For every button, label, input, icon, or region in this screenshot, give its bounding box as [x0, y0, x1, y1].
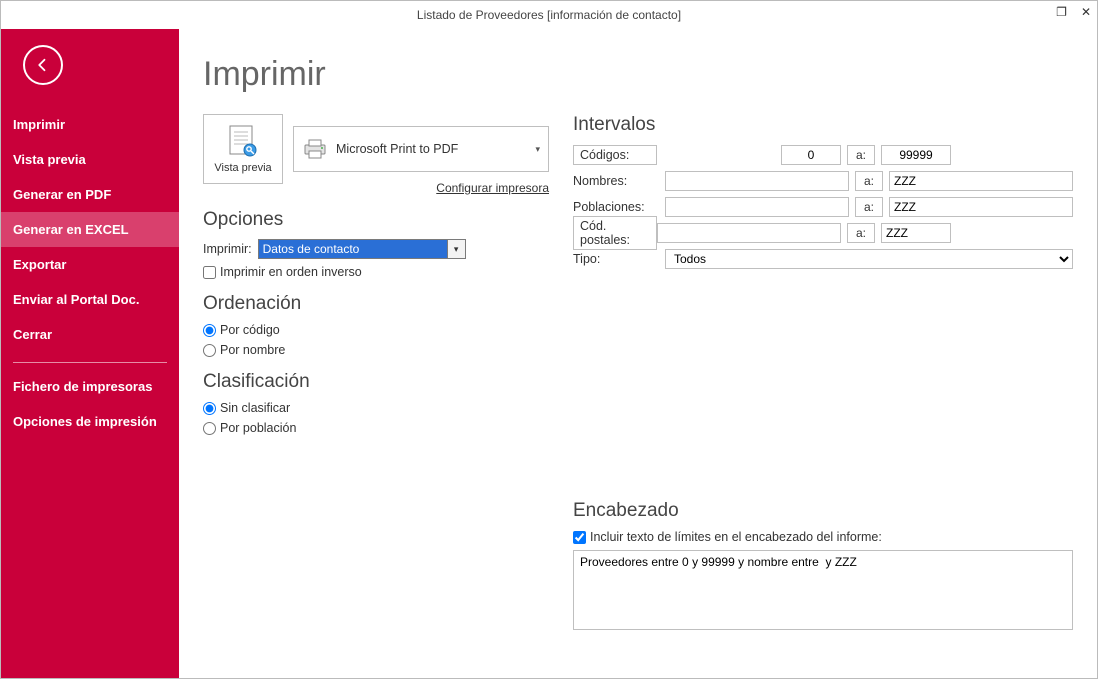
preview-button[interactable]: Vista previa	[203, 114, 283, 184]
main-panel: Imprimir Vista previa	[179, 29, 1097, 678]
label-sin-clasificar: Sin clasificar	[220, 401, 290, 415]
sidebar: Imprimir Vista previa Generar en PDF Gen…	[1, 29, 179, 678]
sidebar-item-excel[interactable]: Generar en EXCEL	[1, 212, 179, 247]
nombres-from-input[interactable]	[665, 171, 849, 191]
sidebar-item-impresoras[interactable]: Fichero de impresoras	[1, 369, 179, 404]
nombres-to-input[interactable]	[889, 171, 1073, 191]
back-button[interactable]	[23, 45, 63, 85]
poblaciones-a-label: a:	[855, 197, 883, 217]
section-intervalos: Intervalos	[573, 114, 1073, 136]
maximize-icon[interactable]: ❐	[1056, 5, 1067, 19]
document-preview-icon	[226, 124, 260, 160]
section-clasificacion: Clasificación	[203, 371, 549, 393]
sidebar-separator	[13, 362, 167, 363]
section-ordenacion: Ordenación	[203, 293, 549, 315]
printer-selector[interactable]: Microsoft Print to PDF ▾	[293, 126, 549, 172]
sidebar-item-opciones-impresion[interactable]: Opciones de impresión	[1, 404, 179, 439]
nombres-label: Nombres:	[573, 174, 665, 188]
printer-icon	[302, 138, 328, 160]
chevron-down-icon: ▾	[535, 144, 540, 155]
sidebar-item-exportar[interactable]: Exportar	[1, 247, 179, 282]
printer-name: Microsoft Print to PDF	[336, 142, 458, 156]
tipo-select[interactable]: Todos	[665, 249, 1073, 269]
codpostales-from-input[interactable]	[657, 223, 841, 243]
codigos-to-input[interactable]	[881, 145, 951, 165]
imprimir-select[interactable]: Datos de contacto	[258, 239, 448, 259]
radio-por-codigo[interactable]	[203, 324, 216, 337]
sidebar-item-portal[interactable]: Enviar al Portal Doc.	[1, 282, 179, 317]
poblaciones-from-input[interactable]	[665, 197, 849, 217]
sidebar-item-pdf[interactable]: Generar en PDF	[1, 177, 179, 212]
arrow-left-icon	[34, 56, 52, 74]
radio-por-nombre[interactable]	[203, 344, 216, 357]
radio-sin-clasificar[interactable]	[203, 402, 216, 415]
poblaciones-label: Poblaciones:	[573, 200, 665, 214]
section-encabezado: Encabezado	[573, 500, 1073, 522]
codigos-a-label: a:	[847, 145, 875, 165]
nombres-a-label: a:	[855, 171, 883, 191]
tipo-label: Tipo:	[573, 252, 665, 266]
imprimir-label: Imprimir:	[203, 242, 252, 256]
codpostales-a-label: a:	[847, 223, 875, 243]
reverse-order-label: Imprimir en orden inverso	[220, 265, 362, 279]
close-icon[interactable]: ✕	[1081, 5, 1091, 19]
reverse-order-checkbox[interactable]	[203, 266, 216, 279]
window-title: Listado de Proveedores [información de c…	[417, 8, 681, 22]
label-por-poblacion: Por población	[220, 421, 296, 435]
incluir-encabezado-checkbox[interactable]	[573, 531, 586, 544]
label-por-codigo: Por código	[220, 323, 280, 337]
codpostales-to-input[interactable]	[881, 223, 951, 243]
incluir-encabezado-label: Incluir texto de límites en el encabezad…	[590, 530, 882, 544]
poblaciones-to-input[interactable]	[889, 197, 1073, 217]
label-por-nombre: Por nombre	[220, 343, 285, 357]
preview-label: Vista previa	[214, 162, 271, 174]
page-title: Imprimir	[203, 55, 1073, 94]
configure-printer-link[interactable]: Configurar impresora	[436, 181, 549, 195]
encabezado-textarea[interactable]	[573, 550, 1073, 630]
sidebar-item-cerrar[interactable]: Cerrar	[1, 317, 179, 352]
radio-por-poblacion[interactable]	[203, 422, 216, 435]
codigos-label[interactable]: Códigos:	[573, 145, 657, 165]
title-bar: Listado de Proveedores [información de c…	[1, 1, 1097, 29]
section-opciones: Opciones	[203, 209, 549, 231]
codigos-from-input[interactable]	[781, 145, 841, 165]
codpostales-label[interactable]: Cód. postales:	[573, 216, 657, 250]
sidebar-item-imprimir[interactable]: Imprimir	[1, 107, 179, 142]
sidebar-item-vista-previa[interactable]: Vista previa	[1, 142, 179, 177]
imprimir-select-button[interactable]: ▾	[448, 239, 466, 259]
